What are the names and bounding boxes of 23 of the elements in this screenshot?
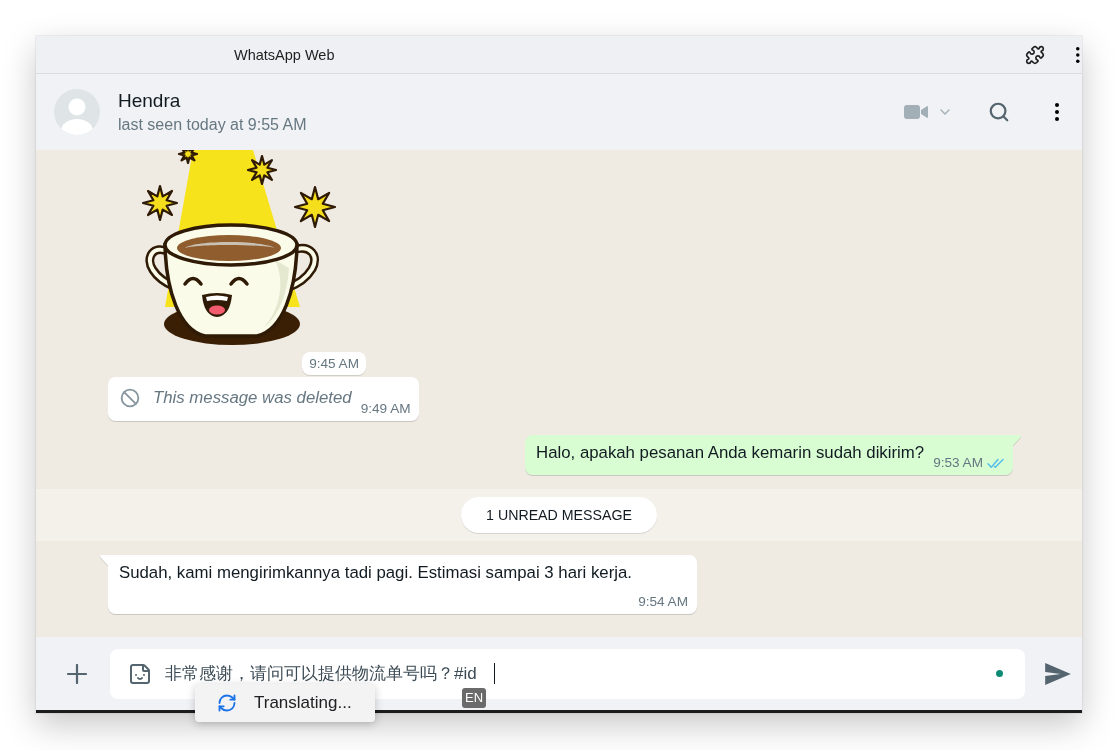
message-time: 9:53 AM <box>933 456 983 470</box>
message-time: 9:45 AM <box>302 352 366 375</box>
deleted-message-text: This message was deleted <box>153 387 352 409</box>
kebab-menu-icon[interactable] <box>1055 103 1059 121</box>
status-dot-icon <box>996 670 1003 677</box>
send-icon[interactable] <box>1045 662 1071 685</box>
refresh-icon <box>217 693 237 713</box>
kebab-menu-icon[interactable] <box>1076 46 1080 63</box>
message-text: Sudah, kami mengirimkannya tadi pagi. Estimasi sampai 3 hari kerja. <box>119 562 632 584</box>
unread-messages-label: 1 UNREAD MESSAGE <box>461 497 657 533</box>
last-seen-status: last seen today at 9:55 AM <box>118 115 307 135</box>
puzzle-piece-icon[interactable] <box>1025 44 1046 65</box>
contact-name: Hendra <box>118 89 182 113</box>
sticker-icon[interactable] <box>128 661 152 686</box>
text-caret-icon <box>493 663 496 684</box>
message-time: 9:54 AM <box>638 595 688 609</box>
prohibited-icon <box>120 388 140 408</box>
message-text: Halo, apakah pesanan Anda kemarin sudah dikirim? <box>536 442 925 464</box>
message-time: 9:49 AM <box>360 402 411 416</box>
search-icon[interactable] <box>988 101 1010 123</box>
window-title: WhatsApp Web <box>234 45 335 64</box>
plus-icon[interactable] <box>67 663 87 684</box>
input-language-badge: EN <box>462 688 486 708</box>
